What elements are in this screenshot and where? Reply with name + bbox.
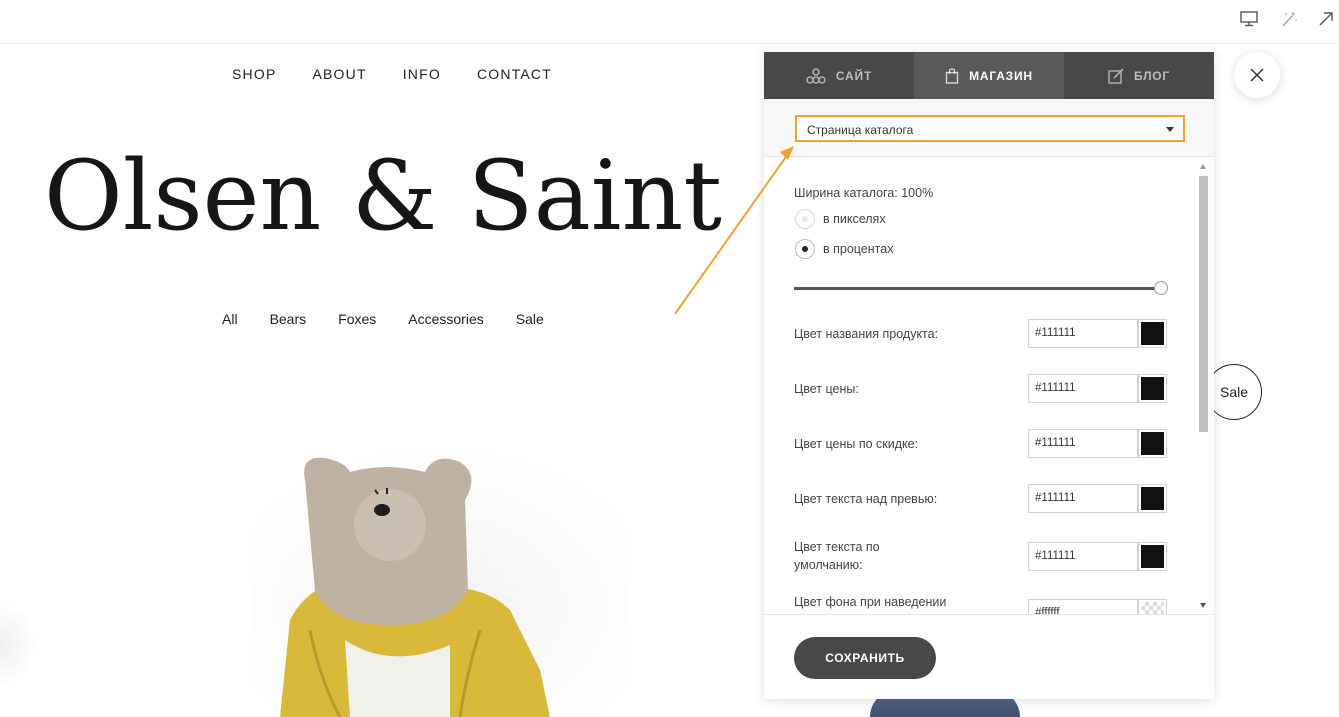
scroll-thumb[interactable] xyxy=(1199,176,1208,432)
decor-shadow xyxy=(0,600,40,690)
category-foxes[interactable]: Foxes xyxy=(338,311,376,327)
color-input[interactable]: #111111 xyxy=(1028,374,1138,403)
color-label: Цвет цены: xyxy=(794,382,859,396)
product-image-bear[interactable] xyxy=(250,440,630,717)
page-select-area: Страница каталога xyxy=(764,99,1214,157)
panel-tabs: САЙТ МАГАЗИН БЛОГ xyxy=(764,52,1214,99)
color-swatch[interactable] xyxy=(1138,319,1167,348)
sale-badge: Sale xyxy=(1206,364,1262,420)
color-label: Цвет текста по умолчанию: xyxy=(794,540,880,572)
page-select-value: Страница каталога xyxy=(807,123,914,137)
color-label: Цвет фона при наведении xyxy=(794,595,947,609)
panel-scrollbar[interactable] xyxy=(1197,162,1210,614)
color-input[interactable]: #ffffff xyxy=(1028,599,1138,614)
category-bears[interactable]: Bears xyxy=(270,311,307,327)
desktop-icon[interactable] xyxy=(1239,9,1259,29)
settings-content: Ширина каталога: 100% в пикселях в проце… xyxy=(764,157,1214,614)
radio-pixels-circle[interactable] xyxy=(795,209,815,229)
site-nav: SHOP ABOUT INFO CONTACT xyxy=(232,66,552,82)
radio-pixels-label: в пикселях xyxy=(823,212,886,226)
category-nav: All Bears Foxes Accessories Sale xyxy=(222,311,544,327)
nav-contact[interactable]: CONTACT xyxy=(477,66,552,82)
molecule-icon xyxy=(806,67,826,84)
category-accessories[interactable]: Accessories xyxy=(408,311,483,327)
color-swatch[interactable] xyxy=(1138,542,1167,571)
color-swatch[interactable] xyxy=(1138,484,1167,513)
shopping-bag-icon xyxy=(945,67,959,84)
width-slider-handle[interactable] xyxy=(1154,281,1168,295)
nav-about[interactable]: ABOUT xyxy=(312,66,366,82)
chevron-down-icon xyxy=(1166,127,1174,132)
tab-blog[interactable]: БЛОГ xyxy=(1064,52,1214,99)
tab-site[interactable]: САЙТ xyxy=(764,52,914,99)
radio-percent-circle[interactable] xyxy=(795,239,815,259)
swatch-fill xyxy=(1141,545,1164,568)
edit-icon xyxy=(1108,67,1124,84)
color-input[interactable]: #111111 xyxy=(1028,319,1138,348)
magic-wand-icon[interactable] xyxy=(1279,9,1299,29)
nav-info[interactable]: INFO xyxy=(403,66,441,82)
page-select[interactable]: Страница каталога xyxy=(795,115,1185,142)
color-swatch[interactable] xyxy=(1138,599,1167,614)
tab-shop-label: МАГАЗИН xyxy=(969,68,1033,83)
catalog-width-label: Ширина каталога: 100% xyxy=(794,186,934,200)
color-label: Цвет текста над превью: xyxy=(794,492,938,506)
width-slider-track xyxy=(794,287,1156,290)
category-sale[interactable]: Sale xyxy=(516,311,544,327)
tab-site-label: САЙТ xyxy=(835,68,873,83)
close-panel-button[interactable] xyxy=(1234,52,1280,98)
external-arrow-icon[interactable] xyxy=(1316,9,1336,29)
swatch-fill xyxy=(1141,602,1164,614)
radio-percent-label: в процентах xyxy=(823,242,894,256)
tab-blog-label: БЛОГ xyxy=(1133,68,1171,83)
swatch-fill xyxy=(1141,487,1164,510)
color-label: Цвет цены по скидке: xyxy=(794,437,919,451)
scroll-up-icon[interactable] xyxy=(1200,164,1206,169)
swatch-fill xyxy=(1141,322,1164,345)
width-slider[interactable] xyxy=(794,281,1168,295)
radio-percent[interactable]: в процентах xyxy=(795,239,893,259)
scroll-down-icon[interactable] xyxy=(1200,603,1206,608)
color-input[interactable]: #111111 xyxy=(1028,484,1138,513)
color-label: Цвет названия продукта: xyxy=(794,327,939,341)
top-toolbar xyxy=(0,0,1339,44)
color-input[interactable]: #111111 xyxy=(1028,429,1138,458)
save-button[interactable]: СОХРАНИТЬ xyxy=(794,637,936,679)
color-swatch[interactable] xyxy=(1138,429,1167,458)
nav-shop[interactable]: SHOP xyxy=(232,66,276,82)
settings-panel: САЙТ МАГАЗИН БЛОГ Страница каталога Шири… xyxy=(764,52,1214,699)
color-swatch[interactable] xyxy=(1138,374,1167,403)
swatch-fill xyxy=(1141,432,1164,455)
radio-pixels[interactable]: в пикселях xyxy=(795,209,886,229)
tab-shop[interactable]: МАГАЗИН xyxy=(914,52,1064,99)
category-all[interactable]: All xyxy=(222,311,238,327)
close-icon xyxy=(1250,68,1264,82)
panel-footer: СОХРАНИТЬ xyxy=(764,614,1214,699)
color-input[interactable]: #111111 xyxy=(1028,542,1138,571)
swatch-fill xyxy=(1141,377,1164,400)
brand-title: Olsen & Saint xyxy=(44,140,722,252)
